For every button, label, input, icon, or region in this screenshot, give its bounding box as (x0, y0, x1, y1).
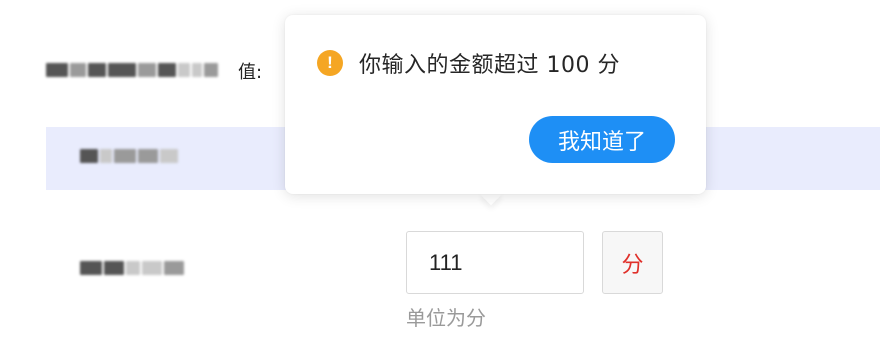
amount-input[interactable] (406, 231, 584, 294)
warning-icon: ! (317, 50, 343, 76)
confirm-button[interactable]: 我知道了 (529, 116, 675, 163)
warning-popover: ! 你输入的金额超过 100 分 我知道了 (285, 15, 706, 194)
unit-button[interactable]: 分 (602, 231, 663, 294)
section-label-redacted (80, 146, 178, 166)
field-label-redacted (46, 60, 218, 80)
amount-label-redacted (80, 258, 184, 278)
field-label-suffix: 值: (238, 62, 263, 83)
popover-message: 你输入的金额超过 100 分 (359, 53, 620, 78)
amount-hint: 单位为分 (406, 306, 486, 330)
